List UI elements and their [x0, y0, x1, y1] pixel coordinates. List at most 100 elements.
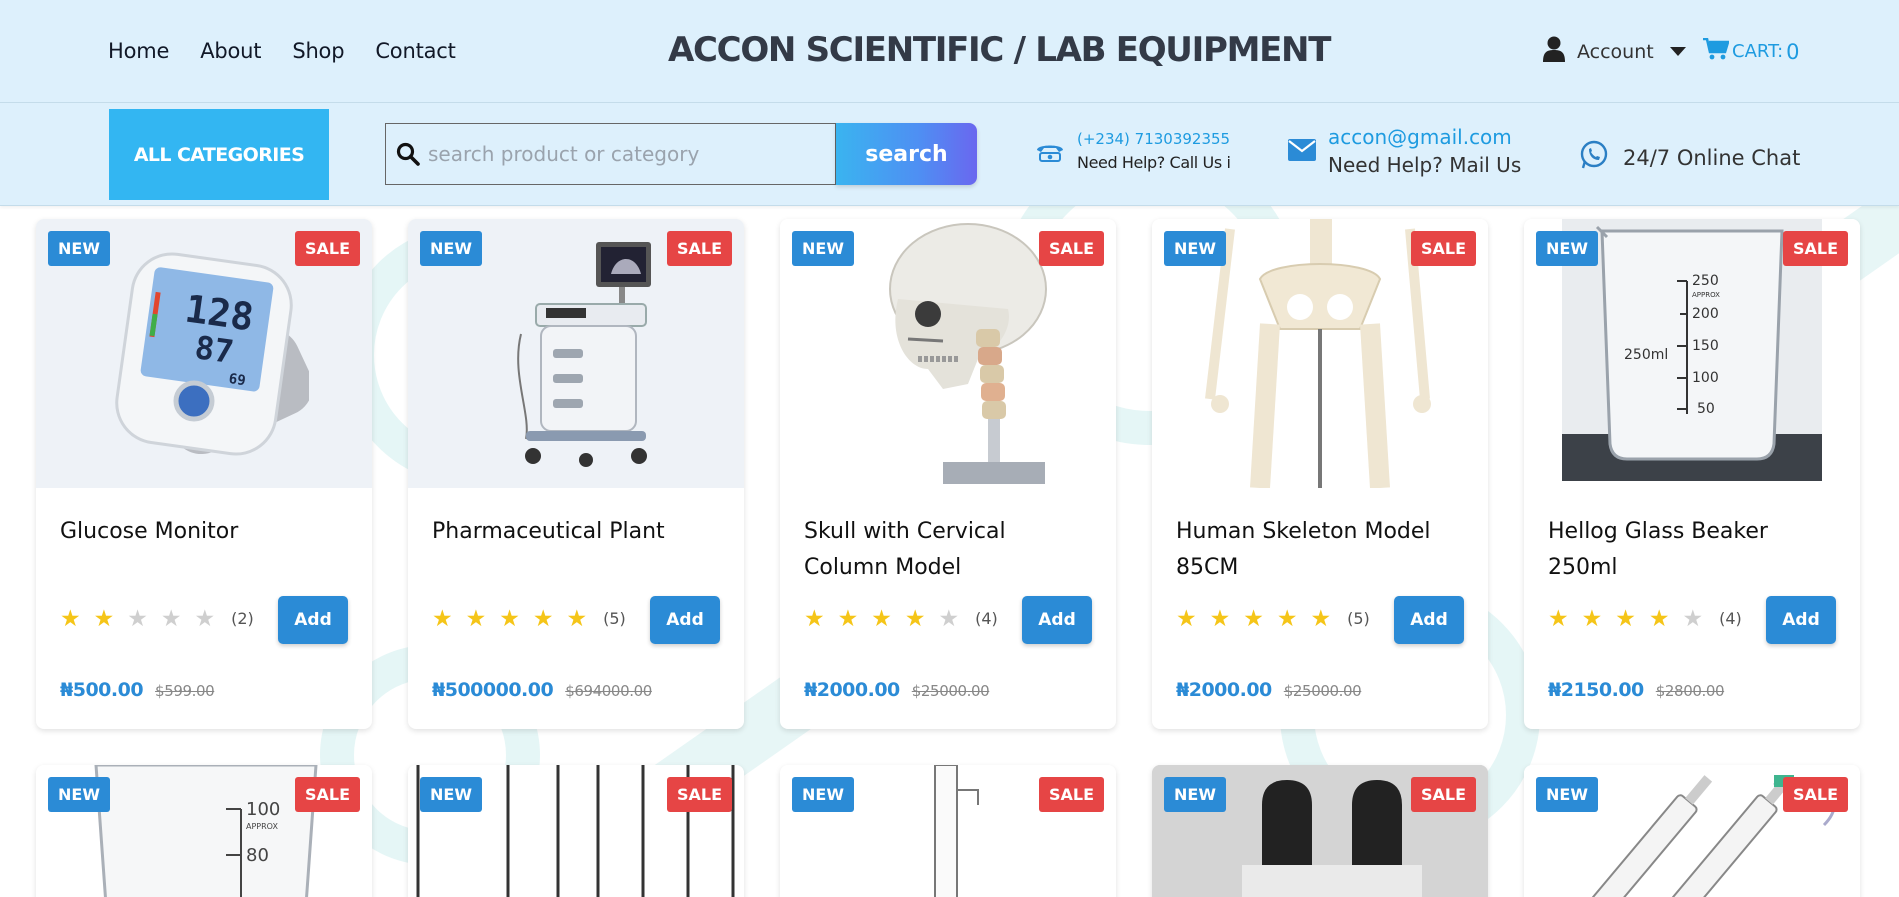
search-icon — [396, 142, 420, 166]
star-icon: ★ — [432, 605, 453, 631]
chevron-down-icon — [1669, 47, 1686, 56]
product-name[interactable]: Hellog Glass Beaker 250ml — [1548, 514, 1838, 586]
account-label: Account — [1577, 40, 1654, 63]
new-badge: NEW — [1536, 231, 1598, 266]
star-icon: ★ — [194, 605, 216, 631]
star-icon: ★ — [93, 605, 115, 631]
svg-text:APPROX: APPROX — [1692, 291, 1720, 299]
new-badge: NEW — [1536, 777, 1598, 812]
bp-monitor-image: 128 87 69 — [115, 251, 309, 456]
product-card[interactable]: 100 APPROX 80 NEW SALE — [36, 765, 372, 897]
current-price: ₦2000.00 — [804, 679, 900, 701]
sale-badge: SALE — [666, 231, 732, 266]
product-name[interactable]: Pharmaceutical Plant — [432, 514, 722, 550]
star-icon: ★ — [160, 605, 182, 631]
online-chat-link[interactable]: 24/7 Online Chat — [1579, 140, 1800, 175]
skeleton-model-image — [1205, 219, 1431, 488]
sale-badge: SALE — [294, 231, 360, 266]
star-icon: ★ — [904, 605, 926, 631]
star-icon: ★ — [60, 605, 81, 631]
cart-count: 0 — [1786, 39, 1800, 64]
all-categories-button[interactable]: ALL CATEGORIES — [109, 109, 329, 200]
mail-help-text: Need Help? Mail Us — [1328, 153, 1522, 177]
product-card[interactable]: 250 APPROX 200 150 100 50 250ml NEW SALE… — [1524, 219, 1860, 729]
product-name[interactable]: Glucose Monitor — [60, 514, 350, 550]
star-icon: ★ — [499, 605, 520, 631]
sale-badge: SALE — [294, 777, 360, 812]
product-card[interactable]: NEW SALE — [1524, 765, 1860, 897]
product-card[interactable]: 128 87 69 NEW SALE Glucose Monitor ★ ★ ★… — [36, 219, 372, 729]
star-icon: ★ — [1243, 605, 1264, 631]
product-name[interactable]: Skull with Cervical Column Model — [804, 514, 1094, 586]
main-nav: Home About Shop Contact — [108, 39, 456, 63]
svg-text:80: 80 — [246, 845, 269, 866]
star-rating: ★ ★ ★ ★ ★ (2) — [60, 607, 254, 630]
svg-text:100: 100 — [1692, 370, 1719, 386]
product-card[interactable]: NEW SALE — [1152, 765, 1488, 897]
search-button[interactable]: search — [836, 123, 977, 185]
price: ₦2000.00 $25000.00 — [804, 679, 990, 701]
sale-badge: SALE — [1038, 231, 1104, 266]
site-brand[interactable]: ACCON SCIENTIFIC / LAB EQUIPMENT — [668, 30, 1331, 70]
new-badge: NEW — [48, 231, 110, 266]
current-price: ₦2150.00 — [1548, 679, 1644, 701]
email-address[interactable]: accon@gmail.com — [1328, 125, 1521, 149]
add-to-cart-button[interactable]: Add — [1766, 596, 1836, 644]
search-bar-section: ALL CATEGORIES search (+234) 7130392355 … — [0, 103, 1899, 206]
nav-shop[interactable]: Shop — [292, 39, 344, 63]
user-icon — [1543, 36, 1565, 67]
svg-text:APPROX: APPROX — [246, 822, 278, 831]
price: ₦500.00 $599.00 — [60, 679, 215, 701]
search-field — [385, 123, 836, 185]
star-icon: ★ — [837, 605, 859, 631]
whatsapp-icon — [1579, 140, 1609, 175]
svg-text:250: 250 — [1692, 273, 1719, 289]
skull-model-image — [889, 223, 1047, 484]
star-icon: ★ — [1310, 605, 1332, 631]
svg-text:87: 87 — [193, 328, 236, 371]
new-badge: NEW — [48, 777, 110, 812]
current-price: ₦2000.00 — [1176, 679, 1272, 701]
sale-badge: SALE — [1782, 777, 1848, 812]
star-icon: ★ — [1615, 605, 1636, 631]
mail-help[interactable]: accon@gmail.com Need Help? Mail Us — [1288, 125, 1521, 177]
star-rating: ★ ★ ★ ★ ★ (4) — [804, 607, 998, 630]
nav-home[interactable]: Home — [108, 39, 169, 63]
star-icon: ★ — [566, 605, 588, 631]
cart-icon — [1703, 37, 1730, 65]
add-to-cart-button[interactable]: Add — [278, 596, 348, 644]
star-icon: ★ — [938, 605, 960, 631]
review-count: (4) — [975, 609, 998, 628]
account-dropdown[interactable]: Account — [1543, 36, 1686, 67]
current-price: ₦500.00 — [60, 679, 144, 701]
add-to-cart-button[interactable]: Add — [1394, 596, 1464, 644]
cart-link[interactable]: CART: 0 — [1703, 37, 1800, 65]
star-icon: ★ — [804, 605, 825, 631]
svg-text:200: 200 — [1692, 306, 1719, 322]
online-chat-label: 24/7 Online Chat — [1623, 145, 1801, 170]
svg-text:250ml: 250ml — [1624, 347, 1668, 363]
call-help[interactable]: (+234) 7130392355 Need Help? Call Us i — [1035, 130, 1231, 172]
review-count: (4) — [1719, 609, 1742, 628]
product-card[interactable]: NEW SALE — [780, 765, 1116, 897]
search-input[interactable] — [428, 142, 808, 166]
phone-number[interactable]: (+234) 7130392355 — [1077, 130, 1231, 148]
product-card[interactable]: NEW SALE — [408, 765, 744, 897]
add-to-cart-button[interactable]: Add — [1022, 596, 1092, 644]
product-card[interactable]: NEW SALE Skull with Cervical Column Mode… — [780, 219, 1116, 729]
original-price: $694000.00 — [565, 682, 652, 700]
new-badge: NEW — [1164, 777, 1226, 812]
svg-text:50: 50 — [1697, 401, 1715, 417]
nav-about[interactable]: About — [200, 39, 261, 63]
star-icon: ★ — [1209, 605, 1231, 631]
product-card[interactable]: NEW SALE Human Skeleton Model 85CM ★ ★ ★… — [1152, 219, 1488, 729]
new-badge: NEW — [792, 231, 854, 266]
add-to-cart-button[interactable]: Add — [650, 596, 720, 644]
product-card[interactable]: NEW SALE Pharmaceutical Plant ★ ★ ★ ★ ★ … — [408, 219, 744, 729]
product-name[interactable]: Human Skeleton Model 85CM — [1176, 514, 1466, 586]
star-icon: ★ — [465, 605, 487, 631]
svg-text:69: 69 — [228, 371, 247, 389]
nav-contact[interactable]: Contact — [375, 39, 456, 63]
star-rating: ★ ★ ★ ★ ★ (5) — [1176, 607, 1370, 630]
star-icon: ★ — [1176, 605, 1197, 631]
